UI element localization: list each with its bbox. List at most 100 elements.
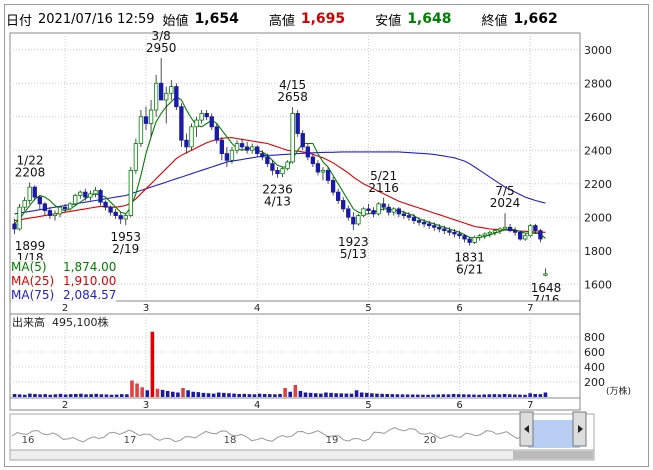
volume-bar — [130, 380, 134, 397]
candle-body — [209, 116, 214, 128]
candle-body — [335, 191, 341, 201]
volume-bar — [181, 388, 185, 397]
volume-bar — [513, 394, 517, 397]
candle-body — [457, 233, 462, 237]
navigator-scrollbar[interactable] — [9, 449, 595, 461]
volume-bar — [518, 394, 522, 397]
ma-legend: MA(5) 1,874.00 MA(25) 1,910.00 MA(75) 2,084… — [11, 260, 117, 302]
navigator-right-handle[interactable] — [572, 411, 587, 447]
price-tick-label: 2000 — [584, 211, 612, 224]
volume-bar — [237, 394, 241, 397]
candle-body — [341, 200, 346, 210]
candle-body — [270, 163, 275, 171]
volume-bar — [477, 394, 481, 397]
annotation-text: 4/13 — [264, 195, 291, 209]
volume-bar — [410, 394, 415, 397]
volume-tick-label: 200 — [584, 376, 605, 389]
volume-bar — [119, 394, 124, 397]
annotation-text: 2950 — [146, 41, 177, 55]
navigator-left-handle[interactable] — [519, 411, 534, 447]
candle-body — [189, 126, 194, 148]
candle-body — [396, 208, 401, 215]
navigator-scroll-thumb[interactable] — [513, 451, 593, 459]
volume-bar — [293, 385, 298, 397]
candle-body — [492, 230, 498, 233]
volume-bar — [186, 390, 190, 397]
ma75-legend: MA(75) 2,084.57 — [11, 288, 117, 302]
candle-body — [406, 215, 412, 218]
volume-bar — [482, 394, 486, 397]
candle-body — [219, 139, 225, 154]
candle-body — [62, 206, 68, 210]
volume-bar — [303, 392, 308, 397]
volume-bar — [451, 394, 456, 397]
candle-body — [73, 195, 78, 205]
month-label: 7 — [527, 303, 533, 314]
candle-body — [32, 186, 37, 198]
candle-body — [391, 208, 396, 213]
volume-bar — [528, 393, 532, 397]
volume-bar — [222, 392, 226, 397]
navigator-label: 20 — [424, 435, 437, 446]
volume-bar — [140, 387, 144, 397]
candle-body — [108, 206, 113, 213]
candle-body — [229, 149, 235, 161]
ma25-legend: MA(25) 1,910.00 — [11, 274, 117, 288]
candle-body — [67, 203, 73, 210]
volume-bar — [242, 393, 247, 397]
volume-bar — [416, 394, 420, 397]
candle-body — [442, 228, 447, 232]
candle-body — [128, 169, 134, 216]
annotation-text: 2024 — [490, 196, 521, 210]
volume-bar — [74, 394, 78, 397]
candle-body — [305, 146, 310, 158]
candle-body — [224, 153, 230, 161]
candle-body — [57, 206, 63, 215]
price-tick-label: 1600 — [584, 278, 612, 291]
volume-bar — [262, 394, 267, 397]
volume-bar — [395, 394, 400, 397]
volume-bar — [441, 394, 446, 397]
volume-bar — [329, 392, 333, 397]
volume-bar — [79, 393, 83, 397]
volume-bar — [339, 393, 344, 397]
volume-bar — [349, 393, 354, 397]
candle-body — [179, 106, 184, 141]
volume-bar — [421, 394, 425, 397]
candle-body — [184, 139, 189, 148]
candle-body — [88, 193, 93, 198]
candle-body — [93, 190, 98, 195]
volume-bar — [446, 394, 451, 397]
candle-body — [118, 215, 123, 220]
volume-label: 出来高 — [12, 315, 45, 329]
candle-body — [153, 82, 159, 111]
candle-body — [416, 220, 422, 223]
volume-bar — [426, 394, 430, 397]
volume-bar — [17, 394, 22, 397]
volume-bar — [375, 393, 379, 397]
candle-body — [234, 143, 240, 151]
candle-body — [386, 206, 391, 213]
price-tick-label: 2200 — [584, 178, 612, 191]
candle-body — [98, 190, 103, 203]
ma5-legend: MA(5) 1,874.00 — [11, 260, 117, 274]
candle-body — [467, 238, 472, 243]
volume-unit: (万株) — [606, 385, 631, 397]
volume-bar — [216, 392, 221, 397]
volume-month-label: 2 — [62, 400, 68, 411]
volume-month-label: 5 — [365, 400, 371, 411]
volume-bar — [104, 394, 109, 397]
volume-bar — [359, 392, 364, 397]
volume-month-label: 4 — [254, 400, 260, 411]
volume-bar — [155, 388, 160, 397]
volume-bar — [150, 331, 155, 397]
chart-canvas: 16001800200022002400260028003000 1/22220… — [9, 29, 631, 461]
annotation-text: 2/19 — [112, 242, 139, 256]
volume-bar — [84, 394, 88, 397]
candle-body — [320, 169, 326, 173]
price-tick-label: 1800 — [584, 245, 612, 258]
candle-body — [346, 208, 351, 218]
volume-bar — [211, 393, 216, 397]
navigator-selection[interactable] — [528, 420, 580, 448]
volume-bar — [176, 392, 180, 397]
